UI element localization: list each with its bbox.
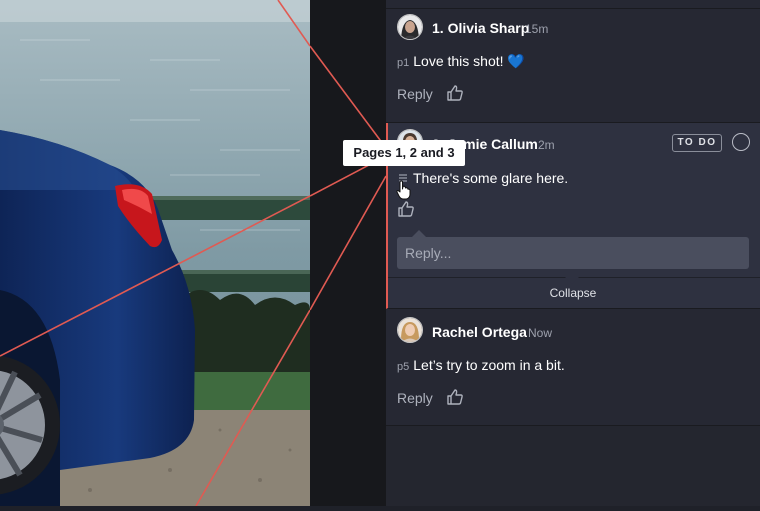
- reply-input[interactable]: [397, 237, 749, 269]
- reply-box-notch: [412, 230, 426, 237]
- car-by-sea-image: [0, 0, 310, 506]
- comment-time: Now: [528, 326, 553, 340]
- reply-button[interactable]: Reply: [397, 86, 433, 102]
- pages-tooltip: Pages 1, 2 and 3: [343, 140, 465, 166]
- comment-time: 15m: [525, 22, 549, 36]
- avatar: [397, 317, 423, 343]
- comment-text: p5 Let’s try to zoom in a bit.: [397, 357, 565, 373]
- panel-empty-area: [386, 426, 760, 506]
- collapse-button[interactable]: Collapse: [388, 277, 760, 309]
- avatar: [397, 14, 423, 40]
- comment-body: Let’s try to zoom in a bit.: [413, 357, 565, 373]
- comment-card[interactable]: Rachel Ortega Now p5 Let’s try to zoom in…: [386, 311, 760, 426]
- page-tag: p1: [397, 57, 410, 69]
- collapse-label: Collapse: [549, 286, 597, 300]
- collapse-notch: [565, 277, 579, 284]
- like-icon[interactable]: [397, 200, 415, 218]
- page-tag: p5: [397, 361, 410, 373]
- comment-body: Love this shot! 💙: [413, 53, 525, 69]
- annotated-photo[interactable]: [0, 0, 310, 506]
- status-badge[interactable]: TO DO: [672, 134, 722, 152]
- like-icon[interactable]: [446, 84, 464, 102]
- like-icon[interactable]: [446, 388, 464, 406]
- annotation-lines: [309, 45, 387, 311]
- comment-text: p1 Love this shot! 💙: [397, 53, 525, 70]
- comment-time: 2m: [538, 138, 555, 152]
- circle-check-icon[interactable]: [732, 133, 750, 151]
- panel-top-edge: [386, 0, 760, 9]
- comment-author: 1. Olivia Sharp: [432, 20, 530, 36]
- comment-card[interactable]: 1. Olivia Sharp 15m p1 Love this shot! 💙 …: [386, 9, 760, 123]
- reply-button[interactable]: Reply: [397, 390, 433, 406]
- comment-author: Rachel Ortega: [432, 324, 527, 340]
- comments-panel: 1. Olivia Sharp 15m p1 Love this shot! 💙 …: [386, 0, 760, 506]
- hand-pointer-icon: [396, 180, 411, 200]
- canvas-gutter: [309, 0, 387, 506]
- comment-body: There's some glare here.: [413, 170, 569, 186]
